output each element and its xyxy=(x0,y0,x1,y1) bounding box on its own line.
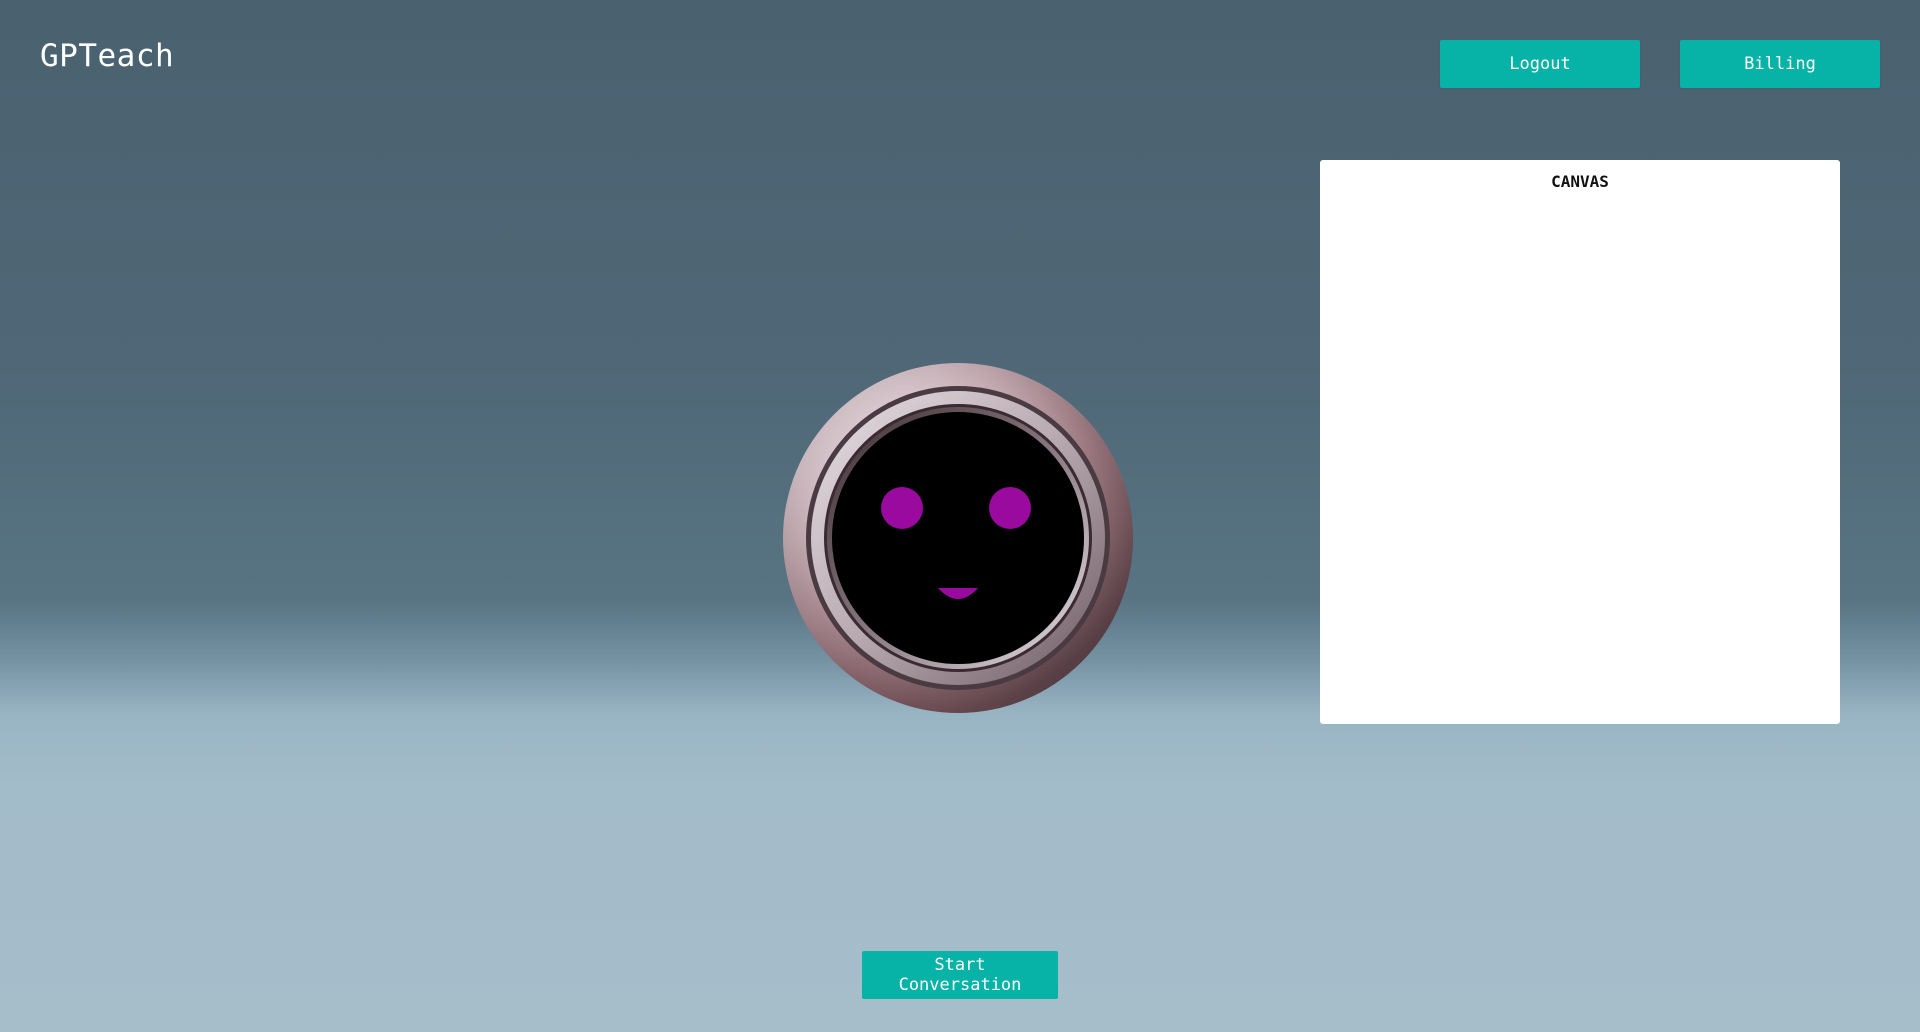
app-title: GPTeach xyxy=(40,38,175,74)
left-eye xyxy=(881,487,923,529)
right-eye xyxy=(989,487,1031,529)
canvas-panel[interactable]: CANVAS xyxy=(1320,160,1840,724)
face-screen xyxy=(832,412,1084,664)
billing-button[interactable]: Billing xyxy=(1680,40,1880,88)
robot-avatar xyxy=(782,362,1134,714)
logout-button[interactable]: Logout xyxy=(1440,40,1640,88)
robot-face-icon xyxy=(783,363,1133,713)
start-conversation-button[interactable]: Start Conversation xyxy=(862,951,1058,999)
canvas-title: CANVAS xyxy=(1551,172,1609,191)
